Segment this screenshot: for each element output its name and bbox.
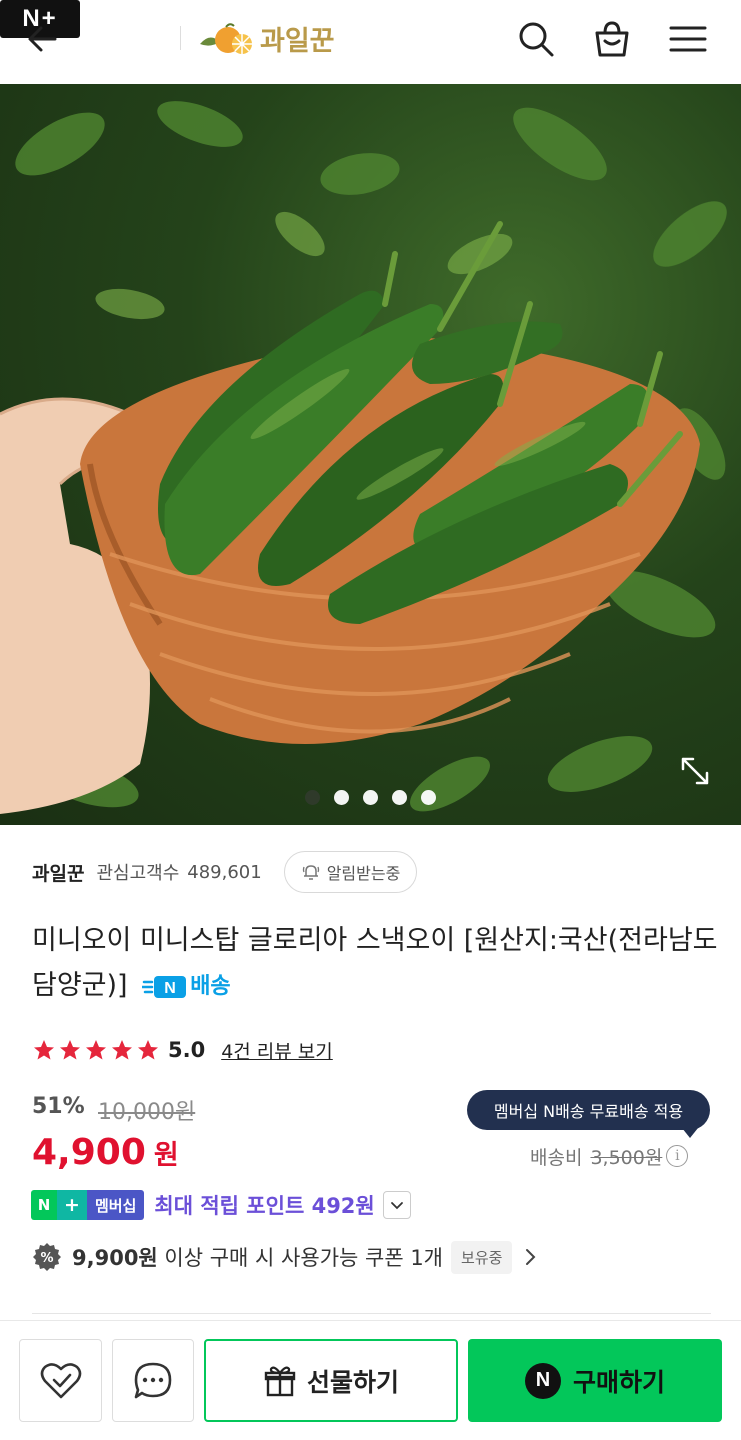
delivery-badge-text: 배송 (190, 974, 231, 999)
alarm-label: 알림받는중 (326, 864, 401, 883)
shopping-bag-icon (595, 21, 629, 57)
heart-check-icon (40, 1362, 81, 1398)
product-image-gallery[interactable] (0, 84, 741, 825)
header-divider (180, 26, 181, 50)
menu-button[interactable] (666, 17, 710, 61)
store-name[interactable]: 과일꾼 (32, 859, 84, 886)
expand-image-button[interactable] (675, 751, 715, 791)
gift-button[interactable]: 선물하기 (204, 1339, 458, 1422)
orange-logo-icon (200, 23, 252, 54)
review-link[interactable]: 4건 리뷰 보기 (221, 1037, 333, 1064)
hamburger-menu-icon (669, 26, 707, 52)
shipping-fee-row: 배송비 3,500원 i (530, 1140, 689, 1172)
svg-text:N: N (164, 980, 176, 997)
badge-n: N (31, 1190, 57, 1220)
star-rating (32, 1038, 160, 1062)
rating-value: 5.0 (168, 1038, 206, 1062)
pagination-dot[interactable] (421, 790, 436, 805)
wishlist-button[interactable] (19, 1339, 102, 1422)
product-photo (0, 101, 727, 814)
search-icon (519, 22, 554, 57)
coupon-row[interactable]: % 9,900원 이상 구매 시 사용가능 쿠폰 1개 보유중 (32, 1238, 540, 1276)
naver-pay-n-icon: N (524, 1362, 561, 1399)
store-info-row: 과일꾼 관심고객수 489,601 알림받는중 (32, 850, 418, 894)
gift-icon (264, 1366, 296, 1396)
product-title: 미니오이 미니스탑 글로리아 스낵오이 [원산지:국산(전라남도 담양군)] N… (32, 918, 722, 1009)
free-shipping-tooltip: 멤버십 N배송 무료배송 적용 (467, 1090, 710, 1138)
star-icon (34, 1040, 54, 1060)
fans-count: 489,601 (187, 861, 262, 883)
arrow-left-icon (28, 26, 57, 52)
coupon-percent-icon: % (33, 1243, 61, 1271)
cart-button[interactable] (590, 17, 634, 61)
search-button[interactable] (514, 17, 558, 61)
svg-text:%: % (40, 1251, 53, 1266)
star-icon (112, 1040, 132, 1060)
notification-subscribe-button[interactable]: 알림받는중 (283, 851, 418, 893)
chevron-down-icon (390, 1202, 403, 1210)
price-value: 4,900 (32, 1132, 146, 1173)
n-delivery-badge: N 배송 (142, 964, 231, 1009)
talk-talk-button[interactable] (112, 1339, 194, 1422)
brand-name: 과일꾼 (260, 25, 335, 57)
bell-icon (302, 865, 319, 880)
gallery-pagination (0, 790, 741, 805)
shipping-original-fee: 3,500원 (590, 1146, 663, 1169)
original-price: 10,000원 (98, 1100, 196, 1125)
store-brand[interactable]: 과일꾼 (196, 16, 335, 60)
coupon-min-amount: 9,900원 (72, 1246, 158, 1270)
pagination-dot[interactable] (363, 790, 378, 805)
pagination-dot[interactable] (334, 790, 349, 805)
section-divider (32, 1313, 711, 1314)
fans-label: 관심고객수 (96, 863, 180, 884)
sale-price: 4,900 원 (32, 1132, 179, 1173)
naver-plus-membership-badge: N + 멤버십 (31, 1190, 145, 1220)
pagination-dot[interactable] (305, 790, 320, 805)
coupon-description: 이상 구매 시 사용가능 쿠폰 1개 (157, 1246, 444, 1270)
bottom-action-bar: 선물하기 N 구매하기 (0, 1320, 741, 1440)
gift-label: 선물하기 (306, 1367, 399, 1397)
price-unit: 원 (153, 1140, 179, 1171)
pagination-dot[interactable] (392, 790, 407, 805)
product-title-text: 미니오이 미니스탑 글로리아 스낵오이 [원산지:국산(전라남도 담양군)] (32, 925, 718, 1001)
top-header: N+ 과일꾼 (0, 0, 741, 84)
star-icon (86, 1040, 106, 1060)
shipping-label: 배송비 (530, 1146, 583, 1169)
badge-membership-text: 멤버십 (87, 1190, 145, 1220)
coupon-owned-badge: 보유중 (451, 1240, 513, 1274)
coupon-text: 9,900원 이상 구매 시 사용가능 쿠폰 1개 (72, 1242, 443, 1272)
back-button[interactable] (22, 18, 64, 60)
badge-plus: + (57, 1190, 87, 1220)
max-points-text: 최대 적립 포인트 492원 (154, 1194, 375, 1218)
chat-bubble-icon (134, 1362, 172, 1398)
points-expand-button[interactable] (382, 1191, 411, 1219)
buy-button[interactable]: N 구매하기 (468, 1339, 722, 1422)
membership-points-row[interactable]: N + 멤버십 최대 적립 포인트 492원 (31, 1188, 411, 1222)
buy-label: 구매하기 (572, 1367, 665, 1397)
n-delivery-truck-icon: N (142, 975, 187, 998)
chevron-right-icon (526, 1249, 536, 1265)
info-icon[interactable]: i (666, 1145, 689, 1167)
star-icon (60, 1040, 80, 1060)
star-icon (138, 1040, 158, 1060)
discount-rate: 51% (32, 1094, 85, 1119)
rating-row: 5.0 4건 리뷰 보기 (32, 1032, 333, 1068)
expand-arrows-icon (681, 757, 709, 785)
